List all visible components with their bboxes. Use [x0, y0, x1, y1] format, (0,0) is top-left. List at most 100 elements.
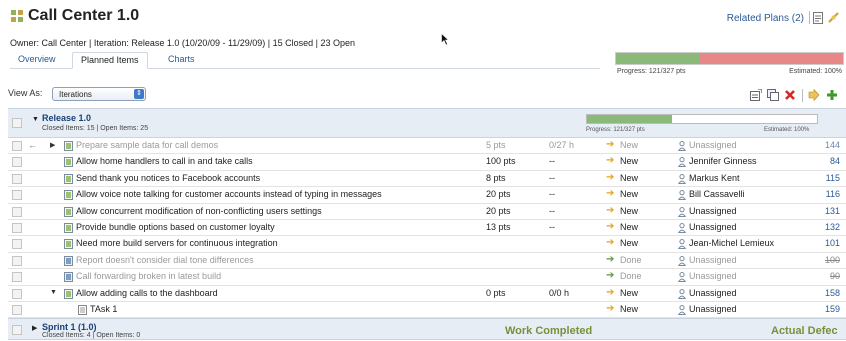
item-summary[interactable]: Need more build servers for continuous i…	[76, 238, 278, 248]
view-as-select[interactable]: Iterations ⇕	[52, 87, 146, 101]
back-arrow-icon[interactable]: ←	[28, 140, 37, 150]
tab-overview[interactable]: Overview	[10, 52, 64, 69]
item-hours: --	[549, 189, 555, 200]
header-divider	[809, 11, 810, 24]
item-id-link[interactable]: 100	[825, 255, 840, 265]
item-summary[interactable]: Report doesn't consider dial tone differ…	[76, 255, 254, 265]
row-checkbox[interactable]	[12, 222, 22, 233]
item-summary[interactable]: TAsk 1	[90, 304, 117, 314]
row-checkbox[interactable]	[12, 288, 22, 299]
table-row[interactable]: Need more build servers for continuous i…	[8, 236, 846, 253]
row-checkbox[interactable]	[12, 173, 22, 184]
row-checkbox[interactable]	[12, 239, 22, 250]
table-row[interactable]: Allow concurrent modification of non-con…	[8, 204, 846, 220]
item-summary[interactable]: Allow adding calls to the dashboard	[76, 288, 218, 298]
item-status[interactable]: New	[620, 189, 638, 199]
item-summary[interactable]: Send thank you notices to Facebook accou…	[76, 173, 260, 183]
item-owner[interactable]: Unassigned	[689, 304, 737, 314]
item-id-link[interactable]: 158	[825, 288, 840, 298]
row-checkbox[interactable]	[12, 255, 22, 266]
table-row[interactable]: Allow home handlers to call in and take …	[8, 154, 846, 171]
link-plan-icon[interactable]	[827, 11, 840, 24]
group-checkbox[interactable]	[12, 118, 22, 128]
move-icon[interactable]	[808, 89, 820, 101]
expand-icon[interactable]: ▶	[32, 324, 37, 332]
item-status[interactable]: New	[620, 304, 638, 314]
table-row[interactable]: TAsk 1 ➔ New Unassigned 159	[8, 302, 846, 319]
item-owner[interactable]: Unassigned	[689, 271, 737, 281]
item-owner[interactable]: Markus Kent	[689, 173, 740, 183]
duplicate-icon[interactable]	[767, 89, 779, 101]
group-estimated-label: Estimated: 100%	[764, 127, 810, 133]
owner-person-icon	[678, 288, 686, 299]
row-checkbox[interactable]	[12, 157, 22, 168]
item-id-link[interactable]: 90	[830, 271, 840, 281]
row-checkbox[interactable]	[12, 190, 22, 201]
owner-person-icon	[678, 239, 686, 250]
table-row[interactable]: Report doesn't consider dial tone differ…	[8, 253, 846, 270]
row-checkbox[interactable]	[12, 272, 22, 283]
table-row[interactable]: ← ▶ Prepare sample data for call demos 5 pt…	[8, 138, 846, 155]
item-status[interactable]: New	[620, 206, 638, 216]
group-name: Sprint 1 (1.0)	[42, 322, 97, 333]
item-id-link[interactable]: 115	[826, 173, 840, 183]
item-summary[interactable]: Allow home handlers to call in and take …	[76, 156, 253, 166]
group-checkbox[interactable]	[12, 325, 22, 336]
item-owner[interactable]: Unassigned	[689, 255, 737, 265]
item-status[interactable]: New	[620, 288, 638, 298]
table-row[interactable]: Allow voice note talking for customer ac…	[8, 187, 846, 204]
edit-plan-icon[interactable]	[813, 12, 824, 24]
item-owner[interactable]: Unassigned	[689, 140, 737, 150]
delete-icon[interactable]	[784, 89, 796, 101]
item-id-link[interactable]: 144	[825, 140, 840, 150]
item-summary[interactable]: Provide bundle options based on customer…	[76, 222, 275, 232]
item-id-link[interactable]: 132	[825, 222, 840, 232]
row-checkbox[interactable]	[12, 141, 22, 151]
item-owner[interactable]: Unassigned	[689, 206, 737, 216]
item-id-link[interactable]: 84	[830, 156, 840, 166]
item-summary[interactable]: Allow voice note talking for customer ac…	[76, 189, 382, 199]
table-row[interactable]: Provide bundle options based on customer…	[8, 220, 846, 237]
item-status[interactable]: New	[620, 173, 638, 183]
item-id-link[interactable]: 131	[825, 206, 840, 216]
expand-icon[interactable]: ▼	[50, 289, 57, 296]
table-row[interactable]: ▼ Allow adding calls to the dashboard 0 pt…	[8, 286, 846, 302]
group-header-sprint[interactable]: ▶ Sprint 1 (1.0) Closed Items: 4 | Open …	[8, 318, 846, 341]
group-header-release[interactable]: ▼ Release 1.0 Closed Items: 15 | Open It…	[8, 108, 846, 138]
item-status[interactable]: New	[620, 238, 638, 248]
item-owner[interactable]: Unassigned	[689, 222, 737, 232]
item-status[interactable]: New	[620, 156, 638, 166]
related-plans-link[interactable]: Related Plans (2)	[727, 13, 804, 24]
item-points: 20 pts	[486, 205, 511, 216]
table-row[interactable]: Send thank you notices to Facebook accou…	[8, 171, 846, 188]
tab-charts[interactable]: Charts	[160, 52, 203, 69]
item-status[interactable]: Done	[620, 255, 642, 265]
item-owner[interactable]: Jean-Michel Lemieux	[689, 238, 774, 248]
row-checkbox[interactable]	[12, 206, 22, 217]
item-id-link[interactable]: 159	[825, 304, 840, 314]
item-owner[interactable]: Unassigned	[689, 288, 737, 298]
new-plan-icon[interactable]	[750, 89, 762, 101]
item-summary[interactable]: Allow concurrent modification of non-con…	[76, 206, 322, 216]
group-summary: Closed Items: 4 | Open Items: 0	[42, 332, 141, 340]
item-id-link[interactable]: 116	[826, 189, 840, 199]
row-checkbox[interactable]	[12, 304, 22, 315]
item-points: 20 pts	[486, 189, 511, 200]
expand-icon[interactable]: ▶	[50, 141, 55, 149]
item-owner[interactable]: Bill Cassavelli	[689, 189, 745, 199]
add-icon[interactable]	[826, 89, 838, 101]
item-summary[interactable]: Call forwarding broken in latest build	[76, 271, 221, 281]
item-status[interactable]: Done	[620, 271, 642, 281]
item-owner[interactable]: Jennifer Ginness	[689, 156, 757, 166]
owner-person-icon	[678, 255, 686, 266]
item-status[interactable]: New	[620, 222, 638, 232]
tab-planned-items[interactable]: Planned Items	[72, 52, 148, 69]
item-summary[interactable]: Prepare sample data for call demos	[76, 140, 218, 150]
status-arrow-icon: ➔	[606, 204, 615, 216]
item-id-link[interactable]: 101	[825, 238, 840, 248]
item-status[interactable]: New	[620, 140, 638, 150]
status-arrow-icon: ➔	[606, 139, 615, 150]
table-row[interactable]: Call forwarding broken in latest build ➔ D…	[8, 269, 846, 286]
collapse-icon[interactable]: ▼	[32, 116, 39, 123]
task-icon	[78, 304, 87, 315]
